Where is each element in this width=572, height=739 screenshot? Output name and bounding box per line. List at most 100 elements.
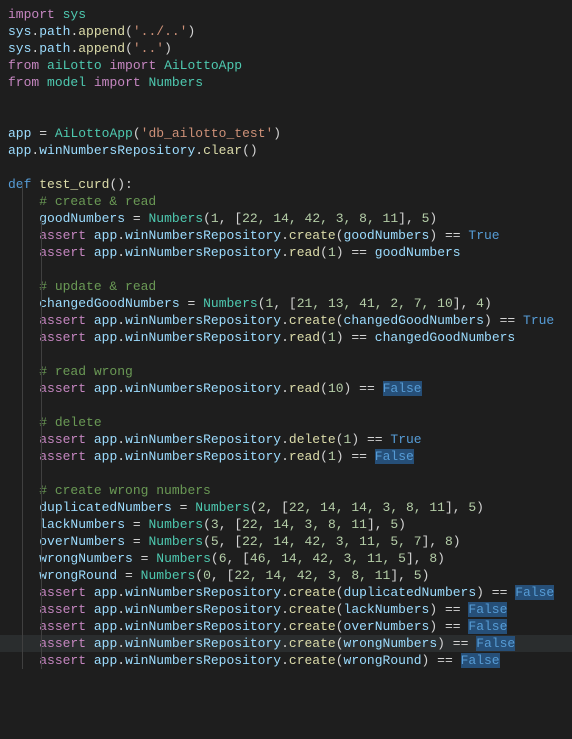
keyword: assert [39,585,86,600]
code-line[interactable]: from model import Numbers [0,74,572,91]
constant: True [523,313,554,328]
comment: # create wrong numbers [39,483,211,498]
function: create [289,228,336,243]
code-line[interactable]: assert app.winNumbersRepository.read(10)… [0,380,572,397]
code-line[interactable]: goodNumbers = Numbers(1, [22, 14, 42, 3,… [0,210,572,227]
identifier: app [94,653,117,668]
function: append [78,24,125,39]
class: Numbers [141,568,196,583]
code-line[interactable] [0,465,572,482]
code-line[interactable] [0,346,572,363]
code-line[interactable]: wrongRound = Numbers(0, [22, 14, 42, 3, … [0,567,572,584]
class: Numbers [148,517,203,532]
code-line[interactable]: assert app.winNumbersRepository.create(c… [0,312,572,329]
class: Numbers [148,75,203,90]
keyword: assert [39,228,86,243]
code-line[interactable] [0,397,572,414]
number: 8 [445,534,453,549]
number-list: 22, 14, 3, 8, 11 [242,517,367,532]
number: 10 [328,381,344,396]
identifier: changedGoodNumbers [344,313,484,328]
number: 1 [328,449,336,464]
code-line[interactable]: assert app.winNumbersRepository.create(d… [0,584,572,601]
code-line[interactable]: sys.path.append('..') [0,40,572,57]
code-line[interactable] [0,108,572,125]
code-line-active[interactable]: assert app.winNumbersRepository.create(w… [0,635,572,652]
constant-selected: False [468,602,507,617]
code-line[interactable]: # read wrong [0,363,572,380]
comment: # create & read [39,194,156,209]
code-line[interactable]: # delete [0,414,572,431]
identifier: app [8,143,31,158]
keyword: from [8,75,39,90]
function-def: test_curd [39,177,109,192]
identifier: winNumbersRepository [125,449,281,464]
module: aiLotto [47,58,102,73]
identifier: lackNumbers [39,517,125,532]
code-line[interactable]: lackNumbers = Numbers(3, [22, 14, 3, 8, … [0,516,572,533]
identifier: winNumbersRepository [39,143,195,158]
function: create [289,653,336,668]
identifier: app [94,585,117,600]
code-line[interactable]: changedGoodNumbers = Numbers(1, [21, 13,… [0,295,572,312]
code-line[interactable]: assert app.winNumbersRepository.read(1) … [0,244,572,261]
code-editor[interactable]: import sys sys.path.append('../..') sys.… [0,6,572,669]
keyword: assert [39,245,86,260]
identifier: winNumbersRepository [125,653,281,668]
keyword: import [109,58,156,73]
constant: True [390,432,421,447]
number: 1 [328,330,336,345]
identifier: duplicatedNumbers [344,585,477,600]
number-list: 22, 14, 42, 3, 8, 11 [234,568,390,583]
identifier: path [39,41,70,56]
identifier: app [94,381,117,396]
code-line[interactable]: assert app.winNumbersRepository.create(g… [0,227,572,244]
code-line[interactable] [0,261,572,278]
identifier: changedGoodNumbers [39,296,179,311]
function: append [78,41,125,56]
code-line[interactable]: assert app.winNumbersRepository.create(l… [0,601,572,618]
number: 5 [211,534,219,549]
code-line[interactable] [0,91,572,108]
identifier: app [8,126,31,141]
code-line[interactable]: assert app.winNumbersRepository.create(w… [0,652,572,669]
identifier: sys [8,24,31,39]
keyword: import [8,7,55,22]
identifier: app [94,619,117,634]
code-line[interactable]: # create wrong numbers [0,482,572,499]
function: delete [289,432,336,447]
function: read [289,381,320,396]
identifier: winNumbersRepository [125,619,281,634]
code-line[interactable]: assert app.winNumbersRepository.delete(1… [0,431,572,448]
keyword: assert [39,449,86,464]
code-line[interactable]: app.winNumbersRepository.clear() [0,142,572,159]
number-list: 22, 14, 42, 3, 11, 5, 7 [242,534,421,549]
function: create [289,313,336,328]
code-line[interactable]: assert app.winNumbersRepository.read(1) … [0,448,572,465]
code-line[interactable]: duplicatedNumbers = Numbers(2, [22, 14, … [0,499,572,516]
code-line[interactable]: from aiLotto import AiLottoApp [0,57,572,74]
code-line[interactable]: assert app.winNumbersRepository.create(o… [0,618,572,635]
number: 8 [429,551,437,566]
code-line[interactable]: wrongNumbers = Numbers(6, [46, 14, 42, 3… [0,550,572,567]
indent-guide [41,217,42,669]
number: 6 [219,551,227,566]
code-line[interactable]: import sys [0,6,572,23]
code-line[interactable]: app = AiLottoApp('db_ailotto_test') [0,125,572,142]
code-line[interactable]: sys.path.append('../..') [0,23,572,40]
keyword: assert [39,381,86,396]
class: AiLottoApp [55,126,133,141]
identifier: app [94,602,117,617]
code-line[interactable]: overNumbers = Numbers(5, [22, 14, 42, 3,… [0,533,572,550]
function: create [289,585,336,600]
number-list: 21, 13, 41, 2, 7, 10 [297,296,453,311]
code-line[interactable]: assert app.winNumbersRepository.read(1) … [0,329,572,346]
code-line[interactable] [0,159,572,176]
identifier: goodNumbers [39,211,125,226]
identifier: goodNumbers [375,245,461,260]
identifier: wrongNumbers [39,551,133,566]
code-line[interactable]: # update & read [0,278,572,295]
identifier: overNumbers [39,534,125,549]
code-line[interactable]: # create & read [0,193,572,210]
code-line[interactable]: def test_curd(): [0,176,572,193]
